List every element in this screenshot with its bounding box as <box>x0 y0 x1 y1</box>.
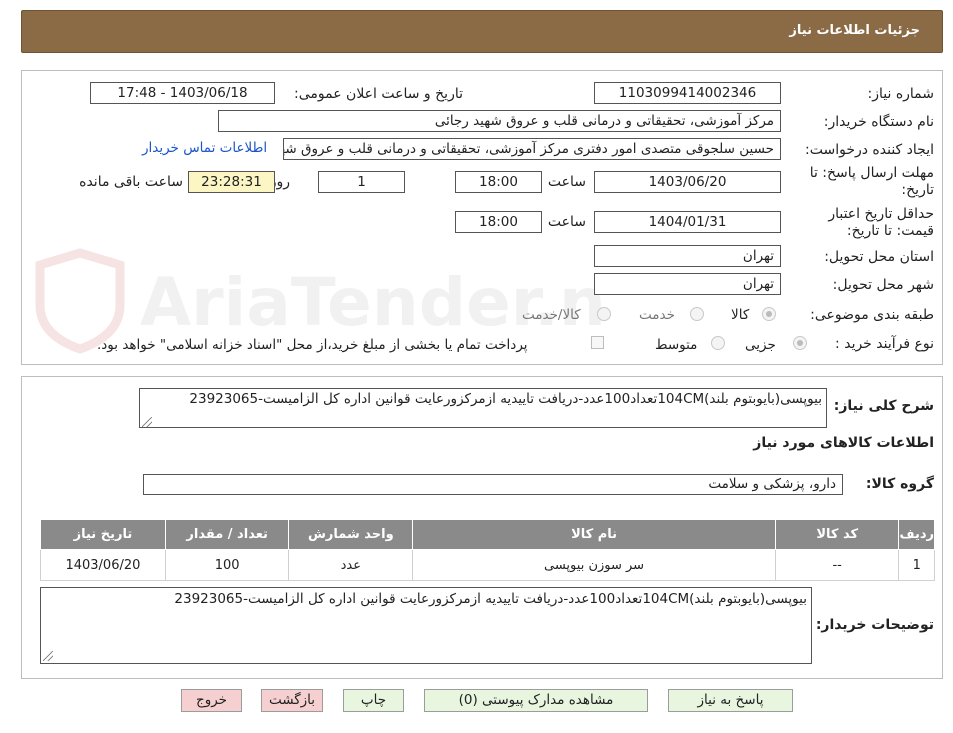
validity-date-field: 1404/01/31 <box>594 211 781 233</box>
purchase-radio-medium[interactable] <box>711 336 725 350</box>
page-header: جزئیات اطلاعات نیاز <box>21 10 943 53</box>
col-header-quantity: تعداد / مقدار <box>164 519 290 550</box>
cell-unit: عدد <box>288 549 414 581</box>
treasury-note: پرداخت تمام یا بخشی از مبلغ خرید،از محل … <box>97 337 528 353</box>
col-header-need-date: تاریخ نیاز <box>40 519 166 550</box>
col-header-item-name: نام کالا <box>412 519 776 550</box>
purchase-option-medium: متوسط <box>655 337 698 353</box>
remaining-time-field: 23:28:31 <box>188 171 275 193</box>
buyer-org-label: نام دستگاه خریدار: <box>823 114 934 130</box>
validity-label-line1: حداقل تاریخ اعتبار <box>828 206 934 222</box>
category-option-service: خدمت <box>639 307 675 323</box>
creator-label: ایجاد کننده درخواست: <box>805 142 934 158</box>
category-option-goods: کالا <box>731 307 750 323</box>
deadline-label-line1: مهلت ارسال پاسخ: تا <box>809 165 934 181</box>
category-radio-goods[interactable] <box>762 307 776 321</box>
province-label: استان محل تحویل: <box>824 249 934 265</box>
city-label: شهر محل تحویل: <box>832 277 934 293</box>
print-button[interactable]: چاپ <box>343 689 404 712</box>
items-table: ردیف کد کالا نام کالا واحد شمارش تعداد /… <box>40 519 935 581</box>
table-row: 1 -- سر سوزن بیوپسی عدد 100 1403/06/20 <box>40 549 935 581</box>
reply-button[interactable]: پاسخ به نیاز <box>668 689 793 712</box>
buyer-notes-text: بیوپسی(بایوبتوم بلند)104CMتعداد100عدد-در… <box>174 591 807 607</box>
buyer-notes-textarea[interactable]: بیوپسی(بایوبتوم بلند)104CMتعداد100عدد-در… <box>40 587 812 664</box>
goods-group-label: گروه کالا: <box>865 476 934 492</box>
buyer-org-field: مرکز آموزشی، تحقیقاتی و درمانی قلب و عرو… <box>218 110 781 132</box>
category-option-both: کالا/خدمت <box>522 307 581 323</box>
summary-textarea[interactable]: بیوپسی(بایوبتوم بلند)104CMتعداد100عدد-در… <box>139 388 827 428</box>
need-number-field: 1103099414002346 <box>594 82 781 104</box>
announce-label: تاریخ و ساعت اعلان عمومی: <box>294 86 463 102</box>
summary-text: بیوپسی(بایوبتوم بلند)104CMتعداد100عدد-در… <box>189 391 822 407</box>
col-header-unit: واحد شمارش <box>288 519 414 550</box>
deadline-label: مهلت ارسال پاسخ: تا تاریخ: <box>810 165 934 199</box>
cell-need-date: 1403/06/20 <box>40 549 166 581</box>
category-radio-both[interactable] <box>597 307 611 321</box>
province-field: تهران <box>594 245 781 267</box>
remaining-label: ساعت باقی مانده <box>79 174 183 190</box>
back-button[interactable]: بازگشت <box>261 689 323 712</box>
exit-button[interactable]: خروج <box>181 689 242 712</box>
cell-item-name: سر سوزن بیوپسی <box>412 549 776 581</box>
purchase-option-minor: جزیی <box>745 337 776 353</box>
category-label: طبقه بندی موضوعی: <box>810 307 934 323</box>
summary-label: شرح کلی نیاز: <box>833 398 934 414</box>
deadline-time-label: ساعت <box>547 174 586 190</box>
cell-item-code: -- <box>774 549 900 581</box>
resize-handle[interactable] <box>142 417 152 427</box>
cell-quantity: 100 <box>164 549 290 581</box>
validity-label-line2: قیمت: تا تاریخ: <box>846 223 934 239</box>
goods-group-field: دارو، پزشکی و سلامت <box>143 474 843 495</box>
deadline-time-field: 18:00 <box>455 171 542 193</box>
validity-time-field: 18:00 <box>455 211 542 233</box>
category-radio-service[interactable] <box>690 307 704 321</box>
items-section-title: اطلاعات کالاهای مورد نیاز <box>753 435 934 451</box>
days-field: 1 <box>318 171 405 193</box>
treasury-checkbox[interactable] <box>591 336 604 349</box>
need-number-label: شماره نیاز: <box>867 86 935 102</box>
purchase-radio-minor[interactable] <box>793 336 807 350</box>
validity-time-label: ساعت <box>547 214 586 230</box>
creator-field: حسین سلجوقی متصدی امور دفتری مرکز آموزشی… <box>283 138 781 160</box>
attachments-button[interactable]: مشاهده مدارک پیوستی (0) <box>424 689 648 712</box>
resize-handle[interactable] <box>43 651 53 661</box>
deadline-date-field: 1403/06/20 <box>594 171 781 193</box>
cell-row-number: 1 <box>898 549 935 581</box>
city-field: تهران <box>594 273 781 295</box>
table-header-row: ردیف کد کالا نام کالا واحد شمارش تعداد /… <box>40 519 935 550</box>
deadline-label-line2: تاریخ: <box>901 182 934 198</box>
announce-field: 1403/06/18 - 17:48 <box>90 82 275 104</box>
validity-label: حداقل تاریخ اعتبار قیمت: تا تاریخ: <box>828 206 934 240</box>
purchase-type-label: نوع فرآیند خرید : <box>835 336 934 352</box>
col-header-row-number: ردیف <box>898 519 935 550</box>
buyer-contact-link[interactable]: اطلاعات تماس خریدار <box>142 140 267 156</box>
buyer-notes-label: توضیحات خریدار: <box>815 617 934 633</box>
col-header-item-code: کد کالا <box>774 519 900 550</box>
page-title: جزئیات اطلاعات نیاز <box>789 23 920 38</box>
